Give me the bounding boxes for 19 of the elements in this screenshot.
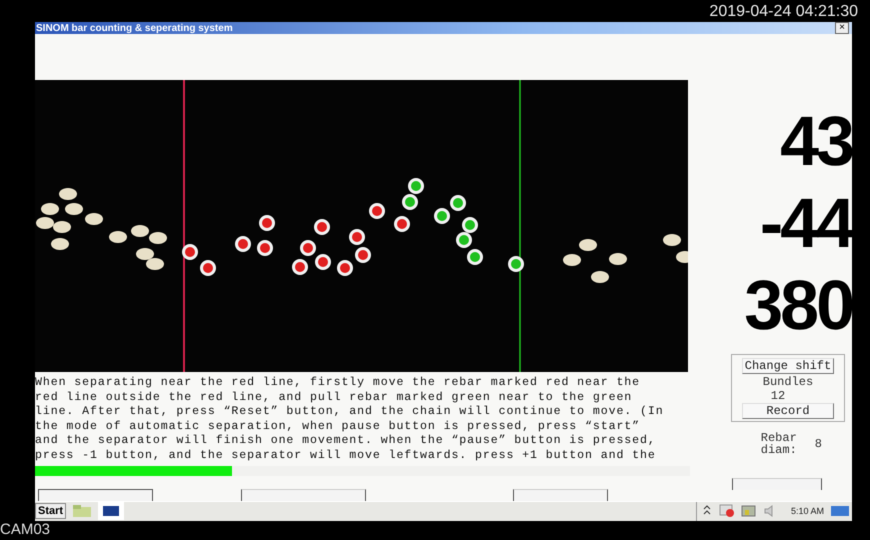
close-button[interactable]: × — [835, 22, 849, 34]
app-icon[interactable] — [98, 502, 124, 520]
camera-name: CAM03 — [0, 520, 50, 538]
rebar-diam-value: 8 — [814, 437, 822, 451]
count-readout: 43 — [780, 101, 852, 182]
instructions-text: When separating near the red line, firstly move the rebar marked red near the red line outside the red line, and pull rebar marked green near to the green line. After that, press “Reset” button, and the chain will continue to move. (In the mode of automatic separation, when pause button is pressed, press “start” and the separator will finish one movement. when the “pause” button is pressed, press -1 button, and the separator will move leftwards. press +1 button and the — [35, 376, 665, 464]
count-readout: -44 — [760, 183, 852, 264]
bundles-label: Bundles — [762, 376, 814, 388]
change-shift-button[interactable]: Change shift — [742, 358, 834, 374]
camera-timestamp: 2019-04-24 04:21:30 — [709, 2, 858, 22]
taskbar-clock: 5:10 AM — [790, 506, 824, 516]
start-button[interactable]: Start — [35, 503, 66, 520]
count-readout: 380 — [744, 265, 852, 346]
cut-off-button[interactable] — [38, 488, 153, 501]
window-title: SINOM bar counting & seperating system — [36, 22, 233, 34]
record-button[interactable]: Record — [742, 403, 834, 419]
rebar-diam-label: Rebar diam: — [760, 432, 797, 456]
bundles-value: 12 — [770, 390, 786, 402]
desktop-icon[interactable] — [830, 505, 850, 518]
